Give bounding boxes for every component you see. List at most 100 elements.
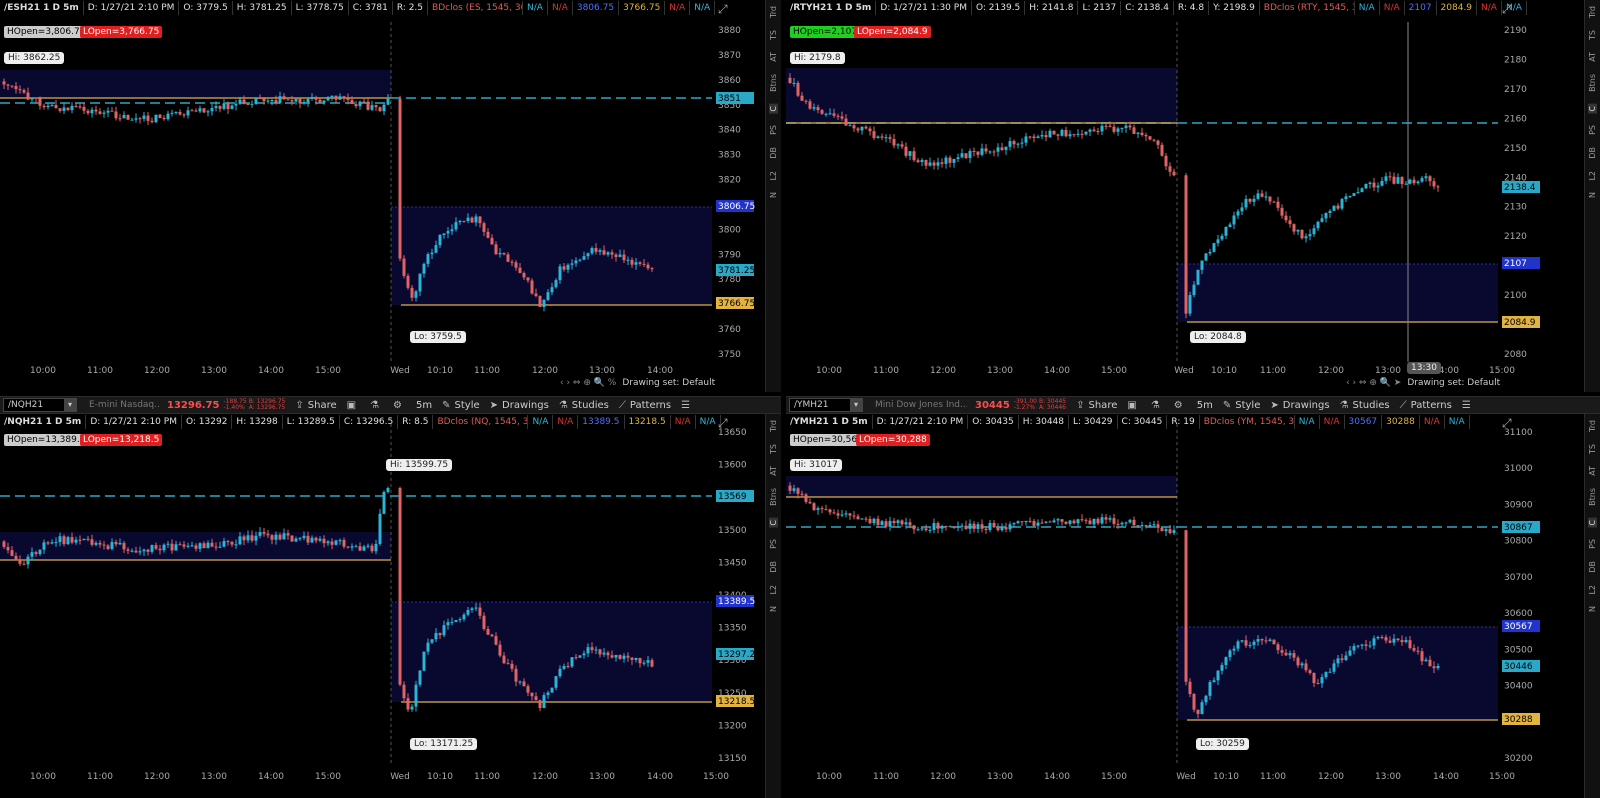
side-tab-ps[interactable]: PS [1588, 125, 1597, 135]
side-tab-l2[interactable]: L2 [1588, 585, 1597, 595]
drawing-set[interactable]: Drawing set: Default [1407, 378, 1500, 388]
x-axis-tick: 13:00 [987, 772, 1013, 782]
candle-body [386, 98, 390, 105]
menu-button[interactable]: ☰ [1462, 400, 1475, 411]
snapshot-button[interactable]: ▣ [347, 400, 360, 411]
candle-body [34, 97, 38, 99]
side-tab-trd[interactable]: Trd [1588, 6, 1597, 18]
symbol-input[interactable]: /NQH21 ▾ [3, 398, 77, 412]
candle-body [446, 231, 450, 234]
settings-button[interactable]: ⚙ [393, 400, 406, 411]
nav-arrows-icon[interactable]: ‹ › ⇔ ⊕ 🔍 % [560, 378, 616, 388]
side-tab-at[interactable]: AT [769, 466, 778, 476]
candle-body [210, 108, 214, 112]
candle-body [234, 544, 238, 546]
candle-body [1196, 709, 1200, 714]
candle-body [62, 107, 66, 111]
candle-body [976, 151, 980, 155]
candle-body [426, 642, 430, 652]
studies-button[interactable]: ⚗ Studies [1340, 400, 1390, 411]
flask-button[interactable]: ⚗ [370, 400, 383, 411]
timeframe-button[interactable]: 5m [416, 400, 432, 411]
side-tab-ts[interactable]: TS [769, 30, 778, 40]
candle-body [114, 111, 118, 119]
candle-body [630, 259, 634, 265]
side-tab-ts[interactable]: TS [1588, 444, 1597, 454]
side-tab-at[interactable]: AT [1588, 466, 1597, 476]
side-tab-c[interactable]: C [1588, 103, 1597, 114]
symbol-input[interactable]: /YMH21 ▾ [789, 398, 863, 412]
candle-body [486, 231, 490, 238]
side-tab-l2[interactable]: L2 [1588, 171, 1597, 181]
side-tab-ts[interactable]: TS [769, 444, 778, 454]
drawings-button[interactable]: ➤ Drawings [490, 400, 549, 411]
side-tab-db[interactable]: DB [1588, 147, 1597, 159]
side-tab-n[interactable]: N [769, 192, 778, 198]
x-axis-tick: 14:00 [647, 366, 673, 376]
patterns-button[interactable]: ⟋ Patterns [619, 400, 671, 411]
menu-button[interactable]: ☰ [681, 400, 694, 411]
chevron-down-icon[interactable]: ▾ [850, 399, 862, 411]
candle-body [158, 114, 162, 118]
side-tab-trd[interactable]: Trd [769, 6, 778, 18]
side-tab-n[interactable]: N [769, 606, 778, 612]
side-tab-c[interactable]: C [769, 103, 778, 114]
side-tab-btns[interactable]: Btns [769, 488, 778, 506]
candle-body [102, 544, 106, 546]
pre-zone [0, 70, 391, 98]
side-tab-btns[interactable]: Btns [1588, 488, 1597, 506]
y-axis-tick: 3840 [718, 126, 741, 136]
share-button[interactable]: ⇪ Share [1076, 400, 1117, 411]
side-tab-ps[interactable]: PS [1588, 539, 1597, 549]
candle-body [514, 262, 518, 268]
style-button[interactable]: ✎ Style [1223, 400, 1261, 411]
patterns-button[interactable]: ⟋ Patterns [1400, 400, 1452, 411]
side-tab-c[interactable]: C [769, 517, 778, 528]
side-tab-n[interactable]: N [1588, 192, 1597, 198]
side-tab-trd[interactable]: Trd [1588, 420, 1597, 432]
candle-body [410, 706, 414, 710]
side-tab-l2[interactable]: L2 [769, 585, 778, 595]
side-tab-l2[interactable]: L2 [769, 171, 778, 181]
side-tab-btns[interactable]: Btns [1588, 74, 1597, 92]
candle-body [1408, 640, 1412, 649]
candle-body [530, 692, 534, 697]
side-tab-db[interactable]: DB [769, 147, 778, 159]
candle-body [326, 541, 330, 544]
style-button[interactable]: ✎ Style [442, 400, 480, 411]
studies-button[interactable]: ⚗ Studies [559, 400, 609, 411]
candle-body [896, 144, 900, 146]
candle-body [186, 110, 190, 116]
candle-body [470, 217, 474, 223]
timeframe-button[interactable]: 5m [1197, 400, 1213, 411]
price-chart[interactable]: 3880387038603850384038303820381038003790… [0, 0, 781, 392]
candle-body [972, 150, 976, 152]
side-tab-trd[interactable]: Trd [769, 420, 778, 432]
drawing-set[interactable]: Drawing set: Default [622, 378, 715, 388]
settings-button[interactable]: ⚙ [1174, 400, 1187, 411]
nav-arrows-icon[interactable]: ‹ › ⇔ ⊕ 🔍 ➤ [1346, 378, 1401, 388]
x-axis-tick: 14:00 [1433, 772, 1459, 782]
candle-body [1216, 239, 1220, 244]
side-tab-btns[interactable]: Btns [769, 74, 778, 92]
snapshot-button[interactable]: ▣ [1127, 400, 1140, 411]
side-tab-ps[interactable]: PS [769, 125, 778, 135]
side-tab-ps[interactable]: PS [769, 539, 778, 549]
candle-body [1348, 650, 1352, 656]
side-tab-c[interactable]: C [1588, 517, 1597, 528]
side-tab-at[interactable]: AT [769, 52, 778, 62]
share-button[interactable]: ⇪ Share [295, 400, 336, 411]
side-tab-ts[interactable]: TS [1588, 30, 1597, 40]
side-tab-n[interactable]: N [1588, 606, 1597, 612]
price-chart[interactable]: 31100 31000 30900 30800 30700 30600 30500 30400… [786, 414, 1600, 798]
y-axis-tick: 2100 [1504, 291, 1527, 301]
side-tab-db[interactable]: DB [1588, 561, 1597, 573]
drawings-button[interactable]: ➤ Drawings [1270, 400, 1329, 411]
flask-button[interactable]: ⚗ [1151, 400, 1164, 411]
price-chart[interactable]: 1365013600135501350013450134001335013300… [0, 414, 781, 798]
candle-body [1432, 666, 1436, 669]
side-tab-at[interactable]: AT [1588, 52, 1597, 62]
chevron-down-icon[interactable]: ▾ [64, 399, 76, 411]
candle-body [1420, 651, 1424, 662]
side-tab-db[interactable]: DB [769, 561, 778, 573]
